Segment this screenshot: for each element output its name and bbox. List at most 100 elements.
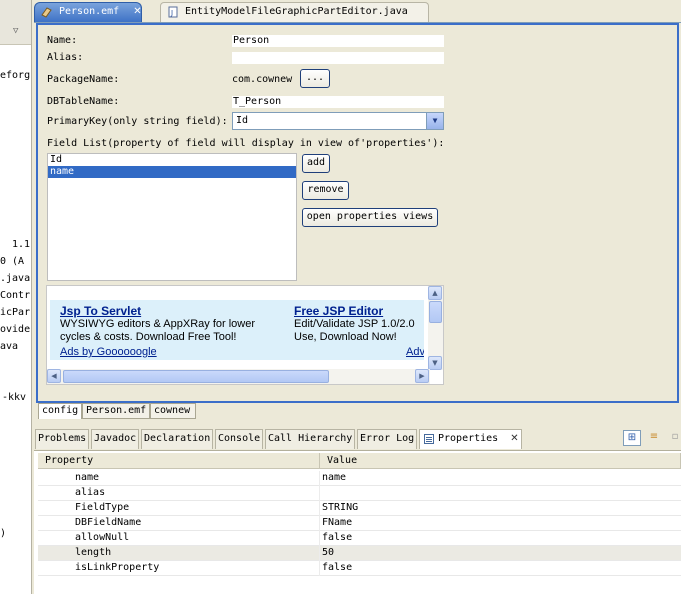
ad-link-free-jsp-editor[interactable]: Free JSP Editor [294, 304, 383, 318]
list-item-selected[interactable]: name [48, 166, 296, 178]
tab-entity-model-editor-java[interactable]: J EntityModelFileGraphicPartEditor.java [160, 2, 429, 22]
table-row[interactable]: alias [38, 486, 681, 501]
tab-declaration[interactable]: Declaration [141, 429, 214, 449]
navigator-item-fragment[interactable]: 1.1 [12, 239, 30, 251]
add-field-button[interactable]: add [302, 154, 330, 173]
close-icon[interactable]: ✕ [510, 433, 518, 444]
table-label: DBTableName: [47, 96, 120, 107]
tab-label: Properties [438, 433, 499, 444]
property-name: alias [75, 487, 106, 498]
ad-horizontal-scrollbar[interactable]: ◀ ▶ [47, 369, 430, 384]
view-menu-chevron-icon[interactable]: ▽ [13, 26, 18, 36]
tab-javadoc[interactable]: Javadoc [91, 429, 140, 449]
package-label: PackageName: [47, 74, 120, 85]
tab-properties[interactable]: Properties ✕ [419, 429, 522, 449]
advertise-link[interactable]: Adv [406, 346, 424, 358]
table-row[interactable]: name name [38, 471, 681, 486]
scroll-down-icon[interactable]: ▼ [428, 356, 442, 370]
primary-key-label: PrimaryKey(only string field): [47, 116, 228, 127]
tab-label: EntityModelFileGraphicPartEditor.java [185, 6, 408, 17]
properties-icon [424, 434, 434, 444]
column-divider [319, 531, 320, 546]
show-categories-icon[interactable]: ⊞ [623, 430, 641, 446]
column-header-property[interactable]: Property [38, 453, 320, 469]
tab-person-emf-source[interactable]: Person.emf [82, 403, 150, 419]
field-list-label: Field List(property of field will displa… [47, 138, 445, 149]
column-header-value[interactable]: Value [320, 453, 681, 469]
table-row[interactable]: DBFieldName FName [38, 516, 681, 531]
ads-by-google-link[interactable]: Ads by Goooooogle [60, 346, 157, 358]
tab-console[interactable]: Console [215, 429, 264, 449]
scroll-right-icon[interactable]: ▶ [415, 369, 429, 383]
name-field[interactable]: Person [232, 35, 444, 47]
show-advanced-icon[interactable]: ≡ [645, 430, 663, 446]
ad-vertical-scrollbar[interactable]: ▲ ▼ [428, 286, 443, 370]
navigator-item-fragment[interactable]: ava [0, 341, 18, 353]
ad-desc-line: Edit/Validate JSP 1.0/2.0 [294, 318, 415, 330]
property-value[interactable]: name [322, 471, 346, 485]
tab-error-log[interactable]: Error Log [357, 429, 418, 449]
chevron-down-icon[interactable]: ▼ [426, 113, 443, 129]
ad-link-jsp-to-servlet[interactable]: Jsp To Servlet [60, 304, 141, 318]
close-icon[interactable]: ✕ [133, 6, 141, 17]
remove-field-button[interactable]: remove [302, 181, 349, 200]
navigator-item-fragment[interactable]: .java [0, 273, 30, 285]
table-row[interactable]: allowNull false [38, 531, 681, 546]
property-value[interactable]: STRING [322, 501, 358, 515]
scroll-left-icon[interactable]: ◀ [47, 369, 61, 383]
column-divider [319, 561, 320, 576]
property-name: allowNull [75, 532, 130, 543]
package-value: com.cownew [232, 74, 293, 85]
navigator-item-fragment[interactable]: 0 (A [0, 256, 24, 268]
left-navigator-panel: ▽ eforg 1.1 0 (A .java Contr icPar ovide… [0, 0, 32, 594]
navigator-item-fragment[interactable]: Contr [0, 290, 30, 302]
property-name: isLinkProperty [75, 562, 160, 573]
editor-area: Person.emf ✕ J EntityModelFileGraphicPar… [34, 0, 681, 422]
alias-label: Alias: [47, 52, 84, 63]
tab-call-hierarchy[interactable]: Call Hierarchy [265, 429, 356, 449]
restore-default-icon[interactable]: ▫ [666, 430, 681, 446]
column-divider [319, 501, 320, 516]
view-tab-bar: Problems Javadoc Declaration Console Cal… [34, 425, 681, 451]
property-name: DBFieldName [75, 517, 142, 528]
table-row[interactable]: isLinkProperty false [38, 561, 681, 576]
navigator-item-fragment[interactable]: ovide [0, 324, 30, 336]
tab-person-emf[interactable]: Person.emf ✕ [34, 2, 142, 22]
property-value[interactable]: FName [322, 516, 352, 530]
property-name: length [75, 547, 112, 558]
property-value[interactable]: 50 [322, 546, 334, 560]
tab-cownew[interactable]: cownew [150, 403, 196, 419]
entity-form: Name: Person Alias: PackageName: com.cow… [36, 23, 679, 403]
browse-package-button[interactable]: ... [300, 69, 330, 88]
ad-desc-line: WYSIWYG editors & AppXRay for lower [60, 318, 256, 330]
navigator-item-fragment[interactable]: eforg [0, 70, 30, 82]
table-row[interactable]: FieldType STRING [38, 501, 681, 516]
ad-desc-line: Use, Download Now! [294, 331, 397, 343]
scroll-up-icon[interactable]: ▲ [428, 286, 442, 300]
table-name-field[interactable]: T_Person [232, 96, 444, 108]
navigator-item-fragment[interactable]: -kkv [2, 392, 26, 404]
property-name: FieldType [75, 502, 130, 513]
tab-label: Person.emf [59, 6, 120, 17]
name-label: Name: [47, 35, 78, 46]
property-name: name [75, 472, 100, 483]
scroll-thumb[interactable] [63, 370, 329, 383]
navigator-item-fragment[interactable]: icPar [0, 307, 30, 319]
list-item[interactable]: Id [48, 154, 296, 166]
field-list[interactable]: Id name [47, 153, 297, 281]
column-divider [319, 516, 320, 531]
java-file-icon: J [168, 6, 178, 18]
alias-field[interactable] [232, 52, 444, 64]
primary-key-select[interactable]: Id ▼ [232, 112, 444, 130]
navigator-item-fragment[interactable]: ) [0, 528, 6, 540]
open-properties-views-button[interactable]: open properties views [302, 208, 438, 227]
left-panel-toolbar: ▽ [0, 0, 31, 45]
property-value[interactable]: false [322, 531, 352, 545]
tab-problems[interactable]: Problems [35, 429, 90, 449]
views-panel: Problems Javadoc Declaration Console Cal… [34, 425, 681, 594]
scroll-thumb[interactable] [429, 301, 442, 323]
ad-content: Jsp To Servlet WYSIWYG editors & AppXRay… [50, 300, 424, 360]
tab-config[interactable]: config [38, 403, 82, 419]
property-value[interactable]: false [322, 561, 352, 575]
table-row-highlighted[interactable]: length 50 [38, 546, 681, 561]
